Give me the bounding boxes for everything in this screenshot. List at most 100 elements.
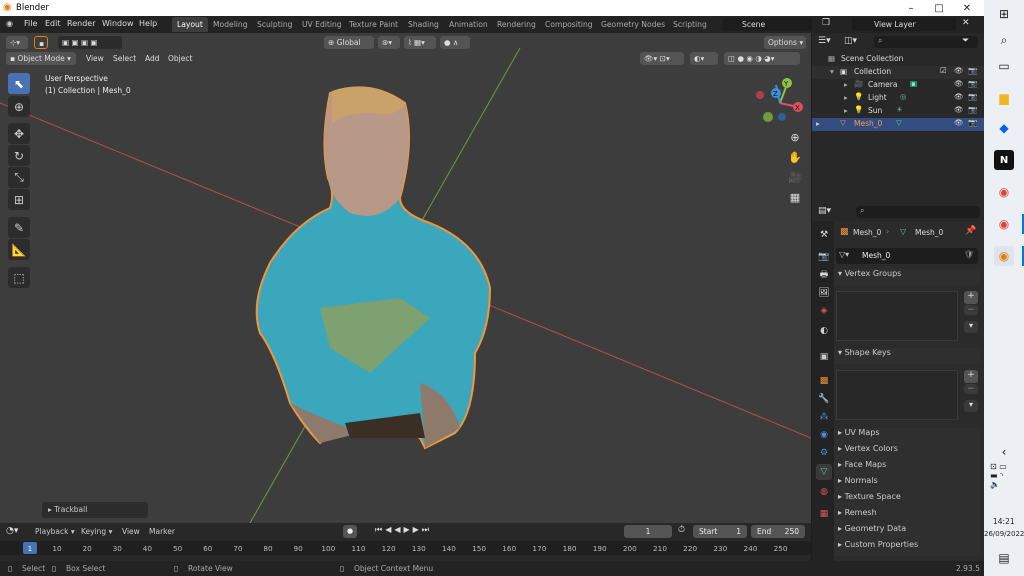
timeline[interactable]: ◔▾ Playback ▾ Keying ▾ View Marker ● ⏮◀◀… <box>0 523 811 561</box>
move-tool-icon[interactable]: ✥ <box>8 123 30 144</box>
panel-remesh[interactable]: ▸ Remesh <box>834 508 980 524</box>
end-frame-field[interactable]: End 250 <box>751 525 805 538</box>
options-button[interactable]: Options ▾ <box>764 36 806 49</box>
outliner-row-camera[interactable]: ▸ 🎥 Camera ▣ 👁 📷 <box>812 79 984 92</box>
tab-shading[interactable]: Shading <box>403 17 444 32</box>
outliner[interactable]: ☰▾ ◫▾ ⌕ ⏷ ▦ Scene Collection ▾ ▣ Collect… <box>812 33 984 203</box>
tab-rendering[interactable]: Rendering <box>492 17 541 32</box>
selection-modes[interactable]: ▣ ▣ ▣ ▣ <box>58 36 122 49</box>
mesh-data-icon[interactable]: ▽ <box>896 118 902 127</box>
tray-icons[interactable]: ⊡ ▭ ▬ ◝ 🔈 <box>990 462 1007 489</box>
render-camera-icon[interactable]: 📷 <box>968 105 977 114</box>
overlay-icon[interactable]: ◐▾ <box>690 52 718 65</box>
constraints-tab-icon[interactable]: ⚙ <box>816 445 832 461</box>
panel-uv-maps[interactable]: ▸ UV Maps <box>834 428 980 444</box>
add-cube-tool-icon[interactable]: ⬚ <box>8 267 30 288</box>
render-tab-icon[interactable]: 📷 <box>816 249 832 265</box>
render-camera-icon[interactable]: 📷 <box>968 79 977 88</box>
menu-file[interactable]: File <box>24 19 37 28</box>
scene-selector[interactable]: Scene <box>722 18 812 31</box>
scale-tool-icon[interactable]: ⤡ <box>8 167 30 188</box>
mesh-name-field[interactable]: ▽▾ Mesh_0 🛡 <box>836 248 978 264</box>
tab-sculpting[interactable]: Sculpting <box>252 17 297 32</box>
render-camera-icon[interactable]: 📷 <box>968 118 977 127</box>
dropbox-icon[interactable]: ◆ <box>994 118 1014 138</box>
pivot-icon[interactable]: ⊛▾ <box>378 36 400 49</box>
world-tab-icon[interactable]: ◐ <box>816 323 832 339</box>
filter-icon[interactable]: ⏷ <box>962 36 969 46</box>
clock-time[interactable]: 14:21 <box>993 517 1015 526</box>
tab-compositing[interactable]: Compositing <box>540 17 598 32</box>
menu-object[interactable]: Object <box>168 54 192 63</box>
menu-marker[interactable]: Marker <box>149 527 175 536</box>
tab-texture-paint[interactable]: Texture Paint <box>344 17 403 32</box>
camera-view-icon[interactable]: 🎥 <box>786 168 804 186</box>
playback-controls[interactable]: ⏮◀◀▶▶⏭ <box>375 525 453 538</box>
timeline-editor-icon[interactable]: ◔▾ <box>6 526 18 536</box>
start-frame-field[interactable]: Start 1 <box>693 525 747 538</box>
blender-menu-icon[interactable]: ◉ <box>6 19 13 28</box>
outliner-row-sun[interactable]: ▸ 💡 Sun ☀ 👁 📷 <box>812 105 984 118</box>
mesh-breadcrumb[interactable]: Mesh_0 <box>915 228 943 237</box>
menu-keying[interactable]: Keying ▾ <box>81 527 112 536</box>
snap-icon[interactable]: ⌇ ▦▾ <box>404 36 436 49</box>
pin-icon[interactable]: 📌 <box>965 226 976 236</box>
object-breadcrumb[interactable]: Mesh_0 <box>853 228 881 237</box>
mesh-model[interactable] <box>250 83 495 453</box>
properties-editor[interactable]: ▤▾ ⌕ ⚒ 📷 🖶 🖼 ◈ ◐ ▣ ▩ 🔧 ⁂ ◉ ⚙ ▽ ◍ ▦ ▩ Mes… <box>812 203 984 561</box>
pan-hand-icon[interactable]: ✋ <box>786 148 804 166</box>
measure-tool-icon[interactable]: 📐 <box>8 239 30 260</box>
panel-face-maps[interactable]: ▸ Face Maps <box>834 460 980 476</box>
menu-playback[interactable]: Playback ▾ <box>35 527 75 536</box>
remove-layer-icon[interactable]: ✕ <box>962 18 970 28</box>
material-tab-icon[interactable]: ◍ <box>816 484 832 500</box>
menu-timeline-view[interactable]: View <box>122 527 140 536</box>
close-button[interactable]: ✕ <box>953 0 981 16</box>
editor-type-button[interactable]: ⊹▾ <box>6 36 28 49</box>
vertex-groups-list[interactable] <box>836 291 958 341</box>
file-explorer-icon[interactable]: ▆ <box>994 88 1014 108</box>
select-tool-icon[interactable]: ⬉ <box>8 73 30 94</box>
rotate-tool-icon[interactable]: ↻ <box>8 145 30 166</box>
menu-select[interactable]: Select <box>113 54 136 63</box>
panel-normals[interactable]: ▸ Normals <box>834 476 980 492</box>
transform-tool-icon[interactable]: ⊞ <box>8 189 30 210</box>
scene-tab-icon[interactable]: ◈ <box>816 303 832 319</box>
texture-tab-icon[interactable]: ▦ <box>816 506 832 522</box>
outliner-row-scene-collection[interactable]: ▦ Scene Collection <box>812 53 984 66</box>
sun-data-icon[interactable]: ☀ <box>896 105 903 114</box>
eye-icon[interactable]: 👁 <box>954 92 964 101</box>
clock-date[interactable]: 26/09/2022 <box>984 530 1024 538</box>
menu-edit[interactable]: Edit <box>45 19 61 28</box>
menu-help[interactable]: Help <box>139 19 157 28</box>
tab-animation[interactable]: Animation <box>444 17 493 32</box>
panel-texture-space[interactable]: ▸ Texture Space <box>834 492 980 508</box>
eye-icon[interactable]: 👁 <box>954 105 964 114</box>
properties-editor-icon[interactable]: ▤▾ <box>818 206 831 216</box>
cursor-tool-icon[interactable]: ⊕ <box>8 96 30 117</box>
ortho-grid-icon[interactable]: ▦ <box>786 188 804 206</box>
outliner-row-mesh[interactable]: ▸ ▽ Mesh_0 ▽ 👁 📷 <box>812 118 984 131</box>
mesh-data-tab-icon[interactable]: ▽ <box>816 464 832 480</box>
tab-geometry-nodes[interactable]: Geometry Nodes <box>596 17 670 32</box>
maximize-button[interactable]: □ <box>925 0 953 16</box>
outliner-row-collection[interactable]: ▾ ▣ Collection ☑ 👁 📷 <box>812 66 984 79</box>
tool-tab-icon[interactable]: ⚒ <box>816 227 832 243</box>
minimize-button[interactable]: – <box>897 0 925 16</box>
menu-view[interactable]: View <box>86 54 104 63</box>
modifier-tab-icon[interactable]: 🔧 <box>816 391 832 407</box>
proportional-edit-icon[interactable]: ● ∧ <box>440 36 470 49</box>
tab-uv-editing[interactable]: UV Editing <box>297 17 347 32</box>
fake-user-icon[interactable]: 🛡 <box>964 250 974 259</box>
record-button[interactable]: ● <box>343 525 357 538</box>
current-frame-field[interactable]: 1 <box>624 525 672 538</box>
shape-keys-list[interactable] <box>836 370 958 420</box>
collection-tab-icon[interactable]: ▣ <box>816 349 832 365</box>
windows-start-icon[interactable]: ⊞ <box>994 4 1014 24</box>
tab-modeling[interactable]: Modeling <box>208 17 253 32</box>
3d-viewport[interactable]: ⊹▾ ▪ ▣ ▣ ▣ ▣ ⊕ Global ⊛▾ ⌇ ▦▾ ● ∧ Option… <box>0 33 811 523</box>
select-mode-icon[interactable]: ▪ <box>34 36 48 49</box>
menu-window[interactable]: Window <box>102 19 134 28</box>
mode-selector[interactable]: ▪ Object Mode ▾ <box>6 52 76 65</box>
notion-icon[interactable]: N <box>994 150 1014 170</box>
